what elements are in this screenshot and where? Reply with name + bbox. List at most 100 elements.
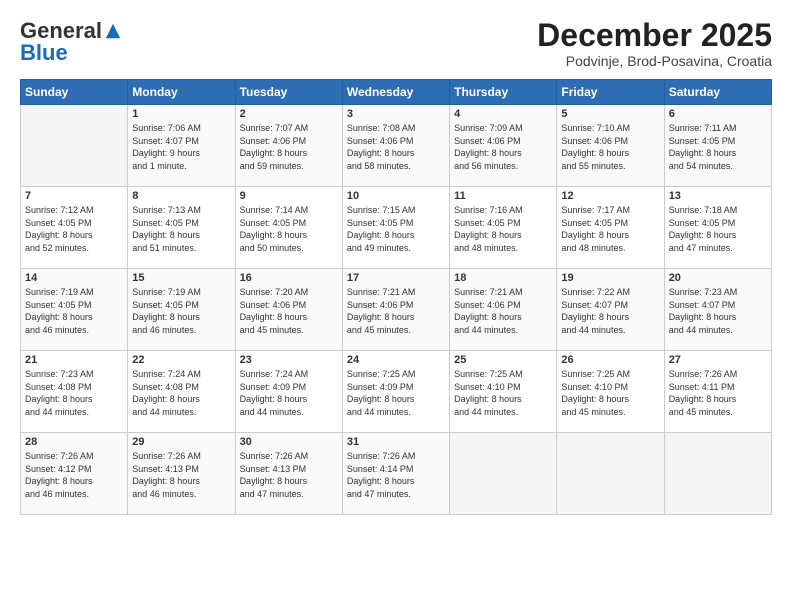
day-info: Sunrise: 7:21 AMSunset: 4:06 PMDaylight:… (454, 286, 552, 336)
month-title: December 2025 (537, 18, 772, 53)
day-cell: 25Sunrise: 7:25 AMSunset: 4:10 PMDayligh… (450, 351, 557, 433)
calendar-table: SundayMondayTuesdayWednesdayThursdayFrid… (20, 79, 772, 515)
day-info: Sunrise: 7:23 AMSunset: 4:07 PMDaylight:… (669, 286, 767, 336)
day-info: Sunrise: 7:10 AMSunset: 4:06 PMDaylight:… (561, 122, 659, 172)
day-cell: 15Sunrise: 7:19 AMSunset: 4:05 PMDayligh… (128, 269, 235, 351)
day-cell (21, 105, 128, 187)
day-cell: 13 Sunrise: 7:18 AMSunset: 4:05 PMDayligh… (664, 187, 771, 269)
day-cell: 1 Sunrise: 7:06 AMSunset: 4:07 PMDaylight… (128, 105, 235, 187)
day-number: 8 (132, 190, 230, 202)
day-info: Sunrise: 7:25 AMSunset: 4:09 PMDaylight:… (347, 368, 445, 418)
week-row-1: 1 Sunrise: 7:06 AMSunset: 4:07 PMDaylight… (21, 105, 772, 187)
day-number: 5 (561, 108, 659, 120)
day-info: Sunrise: 7:18 AMSunset: 4:05 PMDaylight:… (669, 204, 767, 254)
day-cell (450, 433, 557, 515)
day-info: Sunrise: 7:17 AMSunset: 4:05 PMDaylight:… (561, 204, 659, 254)
day-info: Sunrise: 7:22 AMSunset: 4:07 PMDaylight:… (561, 286, 659, 336)
day-cell: 24 Sunrise: 7:25 AMSunset: 4:09 PMDayligh… (342, 351, 449, 433)
day-info: Sunrise: 7:14 AMSunset: 4:05 PMDaylight:… (240, 204, 338, 254)
week-row-4: 21 Sunrise: 7:23 AMSunset: 4:08 PMDayligh… (21, 351, 772, 433)
day-number: 11 (454, 190, 552, 202)
day-info: Sunrise: 7:19 AMSunset: 4:05 PMDaylight:… (25, 286, 123, 336)
week-row-5: 28 Sunrise: 7:26 AMSunset: 4:12 PMDayligh… (21, 433, 772, 515)
day-number: 22 (132, 354, 230, 366)
day-cell: 4 Sunrise: 7:09 AMSunset: 4:06 PMDaylight… (450, 105, 557, 187)
day-cell: 8 Sunrise: 7:13 AMSunset: 4:05 PMDaylight… (128, 187, 235, 269)
title-block: December 2025 Podvinje, Brod-Posavina, C… (537, 18, 772, 69)
day-info: Sunrise: 7:26 AMSunset: 4:11 PMDaylight:… (669, 368, 767, 418)
day-cell: 20 Sunrise: 7:23 AMSunset: 4:07 PMDayligh… (664, 269, 771, 351)
day-cell: 2Sunrise: 7:07 AMSunset: 4:06 PMDaylight… (235, 105, 342, 187)
day-number: 19 (561, 272, 659, 284)
col-header-saturday: Saturday (664, 80, 771, 105)
day-info: Sunrise: 7:26 AMSunset: 4:12 PMDaylight:… (25, 450, 123, 500)
day-cell (557, 433, 664, 515)
day-number: 18 (454, 272, 552, 284)
logo-blue-text: Blue (20, 40, 68, 66)
day-cell: 10 Sunrise: 7:15 AMSunset: 4:05 PMDayligh… (342, 187, 449, 269)
day-info: Sunrise: 7:16 AMSunset: 4:05 PMDaylight:… (454, 204, 552, 254)
day-number: 31 (347, 436, 445, 448)
day-number: 4 (454, 108, 552, 120)
day-cell: 3 Sunrise: 7:08 AMSunset: 4:06 PMDaylight… (342, 105, 449, 187)
day-cell: 19 Sunrise: 7:22 AMSunset: 4:07 PMDayligh… (557, 269, 664, 351)
day-info: Sunrise: 7:07 AMSunset: 4:06 PMDaylight:… (240, 122, 338, 172)
day-cell: 21 Sunrise: 7:23 AMSunset: 4:08 PMDayligh… (21, 351, 128, 433)
day-cell: 31 Sunrise: 7:26 AMSunset: 4:14 PMDayligh… (342, 433, 449, 515)
day-number: 7 (25, 190, 123, 202)
day-number: 27 (669, 354, 767, 366)
col-header-wednesday: Wednesday (342, 80, 449, 105)
day-cell: 17Sunrise: 7:21 AMSunset: 4:06 PMDayligh… (342, 269, 449, 351)
day-info: Sunrise: 7:13 AMSunset: 4:05 PMDaylight:… (132, 204, 230, 254)
day-info: Sunrise: 7:21 AMSunset: 4:06 PMDaylight:… (347, 286, 445, 336)
day-number: 20 (669, 272, 767, 284)
header: General Blue December 2025 Podvinje, Bro… (20, 18, 772, 69)
col-header-sunday: Sunday (21, 80, 128, 105)
day-cell: 6Sunrise: 7:11 AMSunset: 4:05 PMDaylight… (664, 105, 771, 187)
day-number: 24 (347, 354, 445, 366)
day-cell: 30 Sunrise: 7:26 AMSunset: 4:13 PMDayligh… (235, 433, 342, 515)
day-cell: 18 Sunrise: 7:21 AMSunset: 4:06 PMDayligh… (450, 269, 557, 351)
week-row-2: 7 Sunrise: 7:12 AMSunset: 4:05 PMDaylight… (21, 187, 772, 269)
day-number: 13 (669, 190, 767, 202)
day-cell: 23Sunrise: 7:24 AMSunset: 4:09 PMDayligh… (235, 351, 342, 433)
day-number: 14 (25, 272, 123, 284)
day-cell: 9 Sunrise: 7:14 AMSunset: 4:05 PMDaylight… (235, 187, 342, 269)
day-number: 26 (561, 354, 659, 366)
day-number: 25 (454, 354, 552, 366)
day-info: Sunrise: 7:12 AMSunset: 4:05 PMDaylight:… (25, 204, 123, 254)
day-info: Sunrise: 7:09 AMSunset: 4:06 PMDaylight:… (454, 122, 552, 172)
day-number: 1 (132, 108, 230, 120)
day-info: Sunrise: 7:23 AMSunset: 4:08 PMDaylight:… (25, 368, 123, 418)
day-info: Sunrise: 7:06 AMSunset: 4:07 PMDaylight:… (132, 122, 230, 172)
day-info: Sunrise: 7:08 AMSunset: 4:06 PMDaylight:… (347, 122, 445, 172)
day-number: 3 (347, 108, 445, 120)
day-cell: 5 Sunrise: 7:10 AMSunset: 4:06 PMDaylight… (557, 105, 664, 187)
day-number: 10 (347, 190, 445, 202)
day-cell: 27 Sunrise: 7:26 AMSunset: 4:11 PMDayligh… (664, 351, 771, 433)
day-cell: 14 Sunrise: 7:19 AMSunset: 4:05 PMDayligh… (21, 269, 128, 351)
day-number: 15 (132, 272, 230, 284)
col-header-thursday: Thursday (450, 80, 557, 105)
col-header-monday: Monday (128, 80, 235, 105)
day-number: 30 (240, 436, 338, 448)
day-number: 21 (25, 354, 123, 366)
day-info: Sunrise: 7:20 AMSunset: 4:06 PMDaylight:… (240, 286, 338, 336)
day-number: 28 (25, 436, 123, 448)
week-row-3: 14 Sunrise: 7:19 AMSunset: 4:05 PMDayligh… (21, 269, 772, 351)
day-info: Sunrise: 7:24 AMSunset: 4:09 PMDaylight:… (240, 368, 338, 418)
day-number: 9 (240, 190, 338, 202)
day-info: Sunrise: 7:26 AMSunset: 4:13 PMDaylight:… (240, 450, 338, 500)
logo-icon (104, 22, 122, 40)
day-cell: 12Sunrise: 7:17 AMSunset: 4:05 PMDayligh… (557, 187, 664, 269)
subtitle: Podvinje, Brod-Posavina, Croatia (537, 53, 772, 69)
day-cell: 29Sunrise: 7:26 AMSunset: 4:13 PMDayligh… (128, 433, 235, 515)
day-info: Sunrise: 7:26 AMSunset: 4:13 PMDaylight:… (132, 450, 230, 500)
day-cell: 28 Sunrise: 7:26 AMSunset: 4:12 PMDayligh… (21, 433, 128, 515)
day-info: Sunrise: 7:15 AMSunset: 4:05 PMDaylight:… (347, 204, 445, 254)
day-info: Sunrise: 7:11 AMSunset: 4:05 PMDaylight:… (669, 122, 767, 172)
col-header-friday: Friday (557, 80, 664, 105)
day-info: Sunrise: 7:26 AMSunset: 4:14 PMDaylight:… (347, 450, 445, 500)
day-cell: 16Sunrise: 7:20 AMSunset: 4:06 PMDayligh… (235, 269, 342, 351)
day-cell: 11 Sunrise: 7:16 AMSunset: 4:05 PMDayligh… (450, 187, 557, 269)
